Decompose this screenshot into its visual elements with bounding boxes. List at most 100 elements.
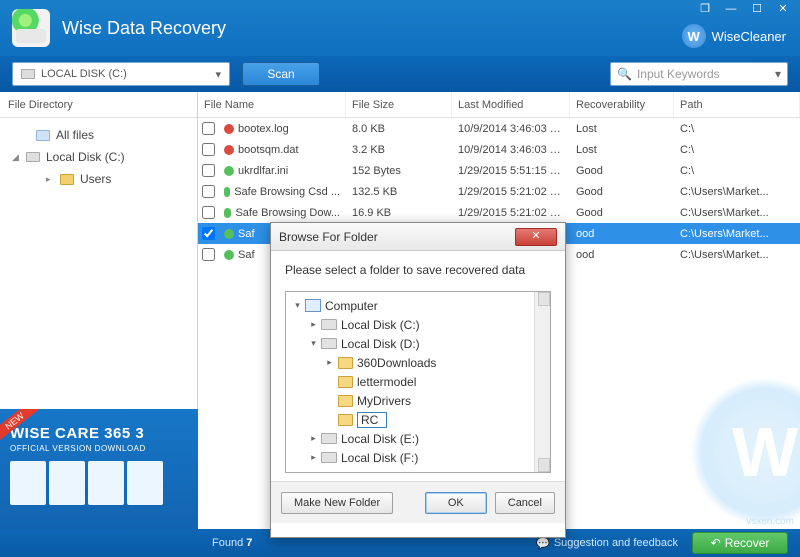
folder-icon xyxy=(337,375,353,389)
file-modified-cell: 10/9/2014 3:46:03 PM xyxy=(452,123,570,135)
file-recoverability-cell: Good xyxy=(570,165,674,177)
row-checkbox[interactable] xyxy=(198,227,218,240)
window-controls: ❐ — ☐ ✕ xyxy=(694,2,794,18)
folder-tree-item[interactable]: ▸Local Disk (E:) xyxy=(286,429,550,448)
file-name-cell: Safe Browsing Dow... xyxy=(218,207,346,219)
make-folder-button[interactable]: Make New Folder xyxy=(281,492,393,514)
file-recoverability-cell: ood xyxy=(570,228,674,240)
col-recoverability[interactable]: Recoverability xyxy=(570,92,674,117)
file-name-cell: bootsqm.dat xyxy=(218,144,346,156)
expand-icon[interactable]: ▸ xyxy=(46,174,56,185)
dialog-buttons: Make New Folder OK Cancel xyxy=(271,481,565,523)
dialog-prompt: Please select a folder to save recovered… xyxy=(285,263,551,277)
file-name-cell: Safe Browsing Csd ... xyxy=(218,186,346,198)
tree-all-files[interactable]: All files xyxy=(0,124,197,146)
feedback-label: Suggestion and feedback xyxy=(554,537,678,549)
folder-tree-item[interactable]: ▸Local Disk (F:) xyxy=(286,448,550,467)
table-row[interactable]: bootsqm.dat3.2 KB10/9/2014 3:46:03 PMLos… xyxy=(198,139,800,160)
recover-label: Recover xyxy=(725,536,770,550)
folder-tree-item[interactable]: MyDrivers xyxy=(286,391,550,410)
file-path-cell: C:\ xyxy=(674,165,800,177)
expand-icon[interactable]: ▾ xyxy=(292,300,303,311)
table-row[interactable]: bootex.log8.0 KB10/9/2014 3:46:03 PMLost… xyxy=(198,118,800,139)
window-popout-button[interactable]: ❐ xyxy=(694,2,716,18)
file-path-cell: C:\Users\Market... xyxy=(674,207,800,219)
drive-select-label: LOCAL DISK (C:) xyxy=(41,68,127,80)
brand-link[interactable]: W WiseCleaner xyxy=(682,24,786,48)
row-checkbox[interactable] xyxy=(198,164,218,177)
file-name-cell: ukrdlfar.ini xyxy=(218,165,346,177)
table-row[interactable]: ukrdlfar.ini152 Bytes1/29/2015 5:51:15 P… xyxy=(198,160,800,181)
search-input[interactable]: 🔍 Input Keywords ▾ xyxy=(610,62,788,86)
file-modified-cell: 1/29/2015 5:21:02 PM xyxy=(452,186,570,198)
expand-icon[interactable]: ▾ xyxy=(308,338,319,349)
dialog-title: Browse For Folder xyxy=(279,230,378,244)
brand-label: WiseCleaner xyxy=(712,29,786,44)
folder-tree-item[interactable]: ▾ Local Disk (D:) xyxy=(286,334,550,353)
row-checkbox[interactable] xyxy=(198,206,218,219)
expand-icon[interactable]: ▸ xyxy=(308,452,319,463)
row-checkbox[interactable] xyxy=(198,185,218,198)
col-path[interactable]: Path xyxy=(674,92,800,117)
dialog-close-button[interactable]: ✕ xyxy=(515,228,557,246)
folder-tree[interactable]: ▾ Computer ▸ Local Disk (C:) ▾ Local Disk (D:… xyxy=(285,291,551,473)
table-row[interactable]: Safe Browsing Csd ...132.5 KB1/29/2015 5… xyxy=(198,181,800,202)
file-path-cell: C:\Users\Market... xyxy=(674,228,800,240)
cancel-button[interactable]: Cancel xyxy=(495,492,555,514)
col-name[interactable]: File Name xyxy=(198,92,346,117)
row-checkbox[interactable] xyxy=(198,143,218,156)
folder-tree-label: Local Disk (C:) xyxy=(341,318,420,332)
status-dot-icon xyxy=(224,250,234,260)
status-dot-icon xyxy=(224,124,234,134)
scrollbar[interactable] xyxy=(534,292,550,472)
disk-icon xyxy=(321,451,337,465)
drive-select[interactable]: LOCAL DISK (C:) ▾ xyxy=(12,62,230,86)
folder-tree-item[interactable]: ▸360Downloads xyxy=(286,353,550,372)
folder-tree-label: Computer xyxy=(325,299,378,313)
tree-users[interactable]: ▸ Users xyxy=(0,168,197,190)
scan-button[interactable]: Scan xyxy=(242,62,320,86)
promo-title: WISE CARE 365 3 xyxy=(10,425,188,442)
chevron-down-icon: ▾ xyxy=(215,68,221,81)
feedback-link[interactable]: 💬 Suggestion and feedback xyxy=(536,537,678,550)
status-dot-icon xyxy=(224,229,234,239)
folder-icon xyxy=(337,394,353,408)
window-minimize-button[interactable]: — xyxy=(720,2,742,18)
file-recoverability-cell: Good xyxy=(570,186,674,198)
file-path-cell: C:\ xyxy=(674,144,800,156)
folder-tree-item[interactable]: lettermodel xyxy=(286,372,550,391)
dialog-titlebar[interactable]: Browse For Folder ✕ xyxy=(271,223,565,251)
table-row[interactable]: Safe Browsing Dow...16.9 KB1/29/2015 5:2… xyxy=(198,202,800,223)
tree-local-disk[interactable]: ◢ Local Disk (C:) xyxy=(0,146,197,168)
tree-label: Local Disk (C:) xyxy=(46,150,125,164)
recover-button[interactable]: ↶ Recover xyxy=(692,532,788,554)
files-icon xyxy=(36,130,50,141)
file-path-cell: C:\Users\Market... xyxy=(674,186,800,198)
file-modified-cell: 1/29/2015 5:21:02 PM xyxy=(452,207,570,219)
folder-name-input[interactable]: RC xyxy=(357,412,387,428)
folder-icon xyxy=(60,174,74,185)
browse-folder-dialog: Browse For Folder ✕ Please select a fold… xyxy=(270,222,566,538)
window-maximize-button[interactable]: ☐ xyxy=(746,2,768,18)
tree-label: Users xyxy=(80,172,111,186)
ok-button[interactable]: OK xyxy=(425,492,487,514)
folder-tree-item[interactable]: RC xyxy=(286,410,550,429)
folder-tree-item[interactable]: ▸ Local Disk (C:) xyxy=(286,315,550,334)
folder-tree-item[interactable]: ▾ Computer xyxy=(286,296,550,315)
promo-banner[interactable]: NEW WISE CARE 365 3 OFFICIAL VERSION DOW… xyxy=(0,409,198,529)
collapse-icon[interactable]: ◢ xyxy=(12,152,22,163)
expand-icon[interactable]: ▸ xyxy=(324,357,335,368)
chat-icon: 💬 xyxy=(536,537,550,550)
status-dot-icon xyxy=(224,166,234,176)
col-size[interactable]: File Size xyxy=(346,92,452,117)
row-checkbox[interactable] xyxy=(198,122,218,135)
file-recoverability-cell: Lost xyxy=(570,144,674,156)
folder-tree-label: MyDrivers xyxy=(357,394,411,408)
window-close-button[interactable]: ✕ xyxy=(772,2,794,18)
file-recoverability-cell: ood xyxy=(570,249,674,261)
expand-icon[interactable]: ▸ xyxy=(308,319,319,330)
row-checkbox[interactable] xyxy=(198,248,218,261)
col-modified[interactable]: Last Modified xyxy=(452,92,570,117)
folder-tree-label: Local Disk (D:) xyxy=(341,337,420,351)
expand-icon[interactable]: ▸ xyxy=(308,433,319,444)
